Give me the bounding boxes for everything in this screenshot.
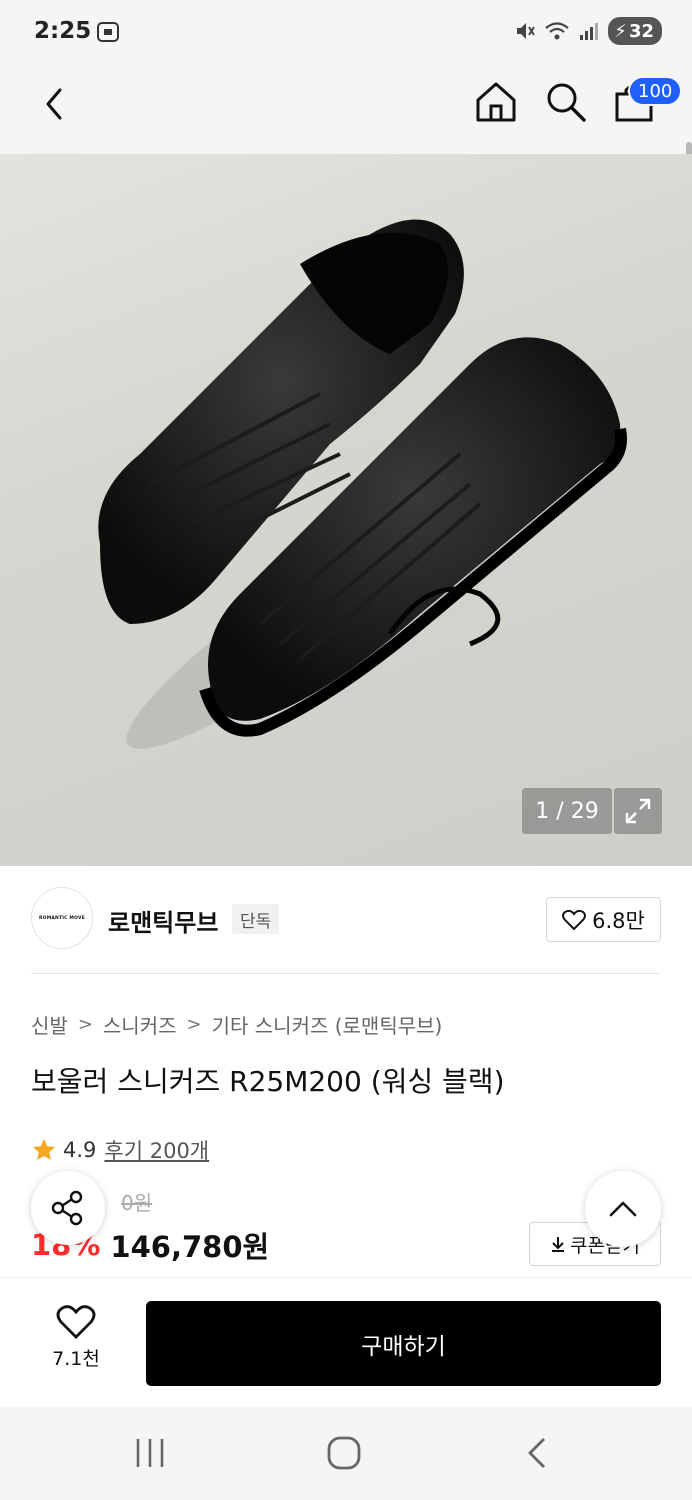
breadcrumb-separator: > [186,1014,202,1035]
home-nav-icon[interactable] [326,1435,362,1471]
exclusive-badge: 단독 [232,904,280,934]
review-link[interactable]: 후기 200개 [104,1135,209,1165]
home-icon[interactable] [474,80,518,124]
breadcrumb-item[interactable]: 신발 [31,1010,68,1039]
brand-logo-text: ROMANTIC MOVE [39,915,85,921]
status-bar: 2:25 ⚡ 32 [0,0,692,66]
heart-icon [562,909,587,930]
star-icon [33,1139,55,1160]
buy-button[interactable]: 구매하기 [146,1301,661,1386]
divider [31,973,661,974]
wifi-icon [545,22,569,40]
breadcrumb-item[interactable]: 스니커즈 [103,1010,177,1039]
product-title: 보울러 스니커즈 R25M200 (워싱 블랙) [31,1065,505,1098]
scroll-top-button[interactable] [585,1171,661,1247]
brand-name[interactable]: 로맨틱무브 [108,903,218,938]
back-icon[interactable] [36,84,76,124]
wishlist-count: 7.1천 [52,1348,100,1370]
status-icons: ⚡ 32 [514,17,662,45]
rating-value: 4.9 [63,1138,97,1162]
app-header: 100 [0,66,692,226]
wishlist-button[interactable]: 7.1천 [36,1304,116,1380]
brand-like-count: 6.8만 [592,908,645,933]
back-nav-icon[interactable] [524,1435,552,1471]
heart-icon [56,1305,96,1339]
chevron-up-icon [609,1201,637,1217]
mute-icon [517,23,536,39]
battery-level: 32 [628,20,654,42]
battery-indicator: ⚡ 32 [608,17,662,45]
share-button[interactable] [31,1171,105,1245]
product-image[interactable] [0,154,692,866]
sale-price: 146,780원 [110,1230,270,1264]
bottom-action-bar: 7.1천 구매하기 [0,1277,692,1407]
breadcrumb-item[interactable]: 기타 스니커즈 (로맨틱무브) [212,1010,443,1039]
breadcrumb-separator: > [77,1014,93,1035]
search-icon[interactable] [544,80,588,124]
share-icon [51,1190,83,1226]
status-time: 2:25 [34,18,92,44]
brand-logo[interactable]: ROMANTIC MOVE [31,887,93,949]
original-price-value: 0원 [121,1191,153,1215]
expand-button[interactable] [614,788,662,834]
signal-icon [580,23,599,40]
expand-icon [625,798,651,824]
brand-like-button[interactable]: 6.8만 [546,897,661,942]
system-nav-bar [0,1407,692,1500]
recent-apps-icon[interactable] [132,1437,168,1469]
cart-count-badge: 100 [628,76,683,106]
charging-icon: ⚡ [614,20,627,42]
image-counter: 1 / 29 [522,788,612,834]
breadcrumb: 신발 > 스니커즈 > 기타 스니커즈 (로맨틱무브) [31,1010,442,1039]
screenshot-icon [97,22,119,42]
rating-row: 4.9 후기 200개 [31,1135,209,1165]
product-photo-shoes [98,219,627,749]
download-icon [552,1237,565,1252]
